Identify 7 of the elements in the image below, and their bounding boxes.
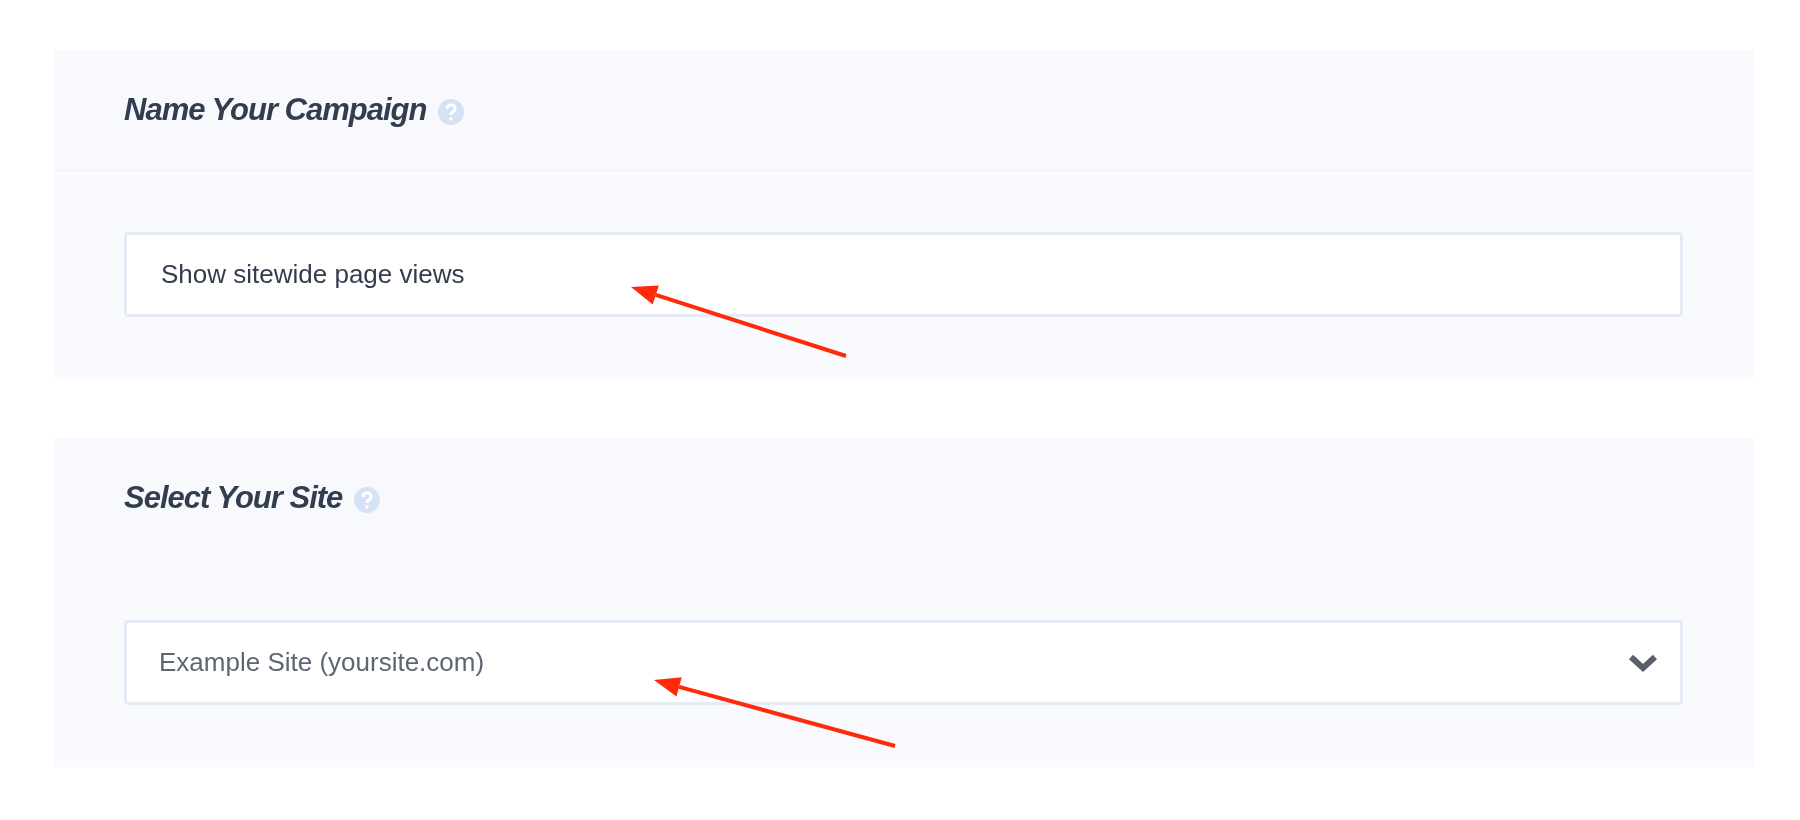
help-icon[interactable] <box>354 487 381 513</box>
input-field[interactable]: Show sitewide page views <box>124 232 1683 317</box>
dropdown-field[interactable]: Example Site (yoursite.com) <box>124 620 1683 705</box>
section-title: Select Your Site <box>124 478 343 517</box>
section-title: Name Your Campaign <box>124 90 427 129</box>
chevron-down-icon <box>1628 652 1658 673</box>
help-icon[interactable] <box>438 99 465 125</box>
